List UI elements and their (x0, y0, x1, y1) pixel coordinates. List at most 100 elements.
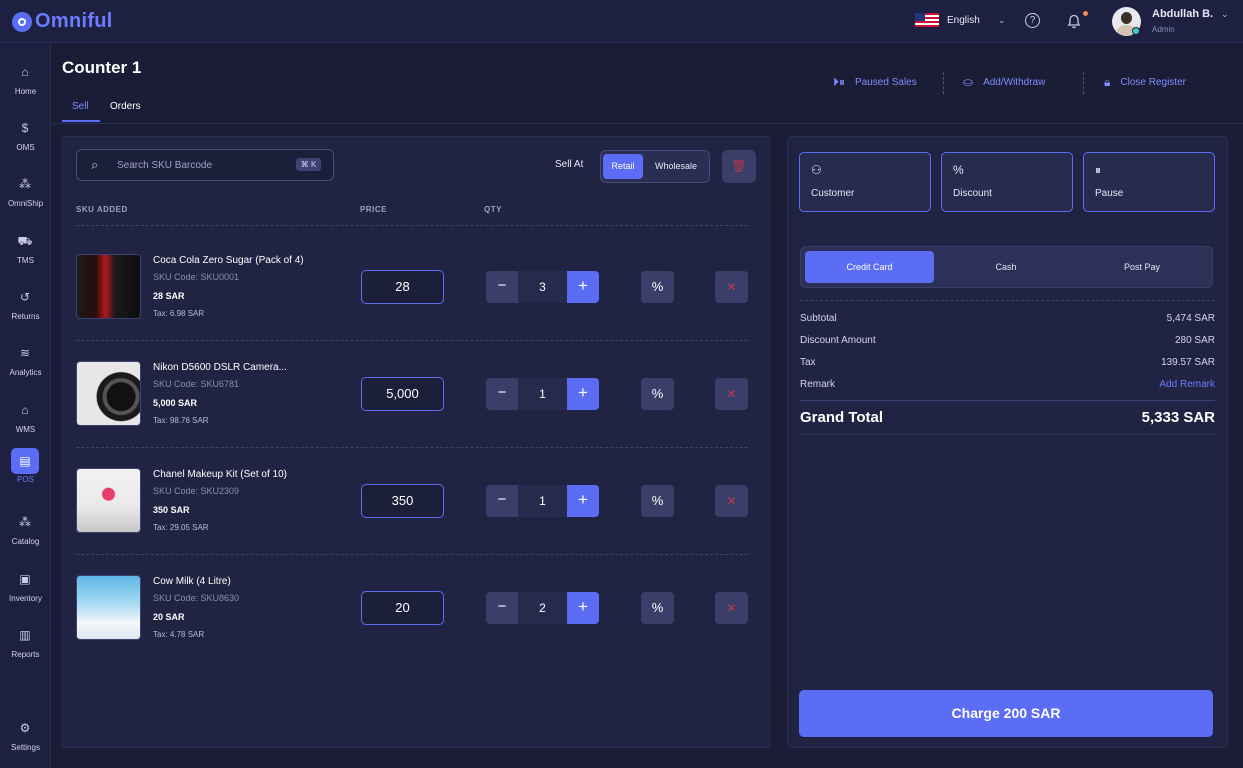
sidebar-item-pos[interactable]: ▤ POS (0, 448, 51, 498)
trash-icon: 🗑︎ (731, 159, 747, 173)
product-sku-code: SKU Code: SKU2309 (153, 486, 240, 496)
sidebar-item-label: Catalog (11, 537, 40, 546)
sidebar-item-catalog[interactable]: ⁂ Catalog (0, 510, 51, 560)
remove-item-button[interactable]: ✕ (715, 378, 748, 410)
item-discount-button[interactable]: % (641, 592, 674, 624)
paused-sales-button[interactable]: ⏵⏸ Paused Sales (833, 75, 917, 90)
qty-value[interactable]: 3 (518, 271, 567, 303)
tax-label: Tax (800, 357, 816, 368)
register-icon: ▤ (11, 448, 39, 474)
charge-button[interactable]: Charge 200 SAR (799, 690, 1213, 737)
add-withdraw-button[interactable]: ⛀ Add/Withdraw (963, 75, 1045, 89)
search-icon: ⌕ (91, 157, 99, 172)
price-input[interactable]: 20 (361, 591, 444, 625)
clear-cart-button[interactable]: 🗑︎ (722, 150, 756, 183)
warehouse-icon: ⌂ (21, 403, 29, 417)
sidebar-item-reports[interactable]: ▥ Reports (0, 623, 51, 673)
tab-credit-card[interactable]: Credit Card (805, 251, 934, 283)
active-tab-indicator (62, 120, 100, 122)
checkout-panel (787, 136, 1228, 748)
qty-decrement-button[interactable]: − (486, 271, 518, 303)
action-label: Add/Withdraw (983, 76, 1046, 88)
sidebar-item-label: Reports (11, 650, 40, 659)
percent-icon: % (651, 279, 664, 294)
item-discount-button[interactable]: % (641, 271, 674, 303)
sidebar-item-label: OMS (16, 143, 35, 152)
action-label: Close Register (1120, 77, 1186, 88)
sidebar-item-home[interactable]: ⌂ Home (0, 60, 51, 110)
cart-panel (62, 136, 770, 748)
item-discount-button[interactable]: % (641, 485, 674, 517)
sidebar-item-analytics[interactable]: ≋ Analytics (0, 341, 51, 391)
bell-icon[interactable] (1065, 12, 1083, 30)
remove-item-button[interactable]: ✕ (715, 271, 748, 303)
return-icon: ↺ (19, 290, 31, 304)
top-bar (0, 0, 1243, 43)
product-price: 5,000 SAR (153, 398, 198, 408)
close-icon: ✕ (726, 494, 737, 508)
sidebar-item-tms[interactable]: ⛟ TMS (0, 229, 51, 279)
tab-sell[interactable]: Sell (72, 101, 89, 112)
qty-decrement-button[interactable]: − (486, 378, 518, 410)
row-separator (76, 447, 748, 448)
qty-increment-button[interactable]: + (567, 378, 599, 410)
box-icon: ▣ (19, 572, 31, 586)
customer-button[interactable]: ⚇ Customer (799, 152, 931, 212)
price-input[interactable]: 5,000 (361, 377, 444, 411)
sidebar-item-label: POS (17, 475, 34, 484)
sidebar-item-label: Home (14, 87, 37, 96)
price-input[interactable]: 350 (361, 484, 444, 518)
sidebar-item-inventory[interactable]: ▣ Inventory (0, 567, 51, 617)
percent-icon: % (651, 493, 664, 508)
qty-value[interactable]: 1 (518, 485, 567, 517)
shapes-icon: ⁂ (19, 515, 31, 529)
action-divider (943, 72, 944, 94)
qty-decrement-button[interactable]: − (486, 592, 518, 624)
sidebar-item-wms[interactable]: ⌂ WMS (0, 398, 51, 448)
sidebar-item-settings[interactable]: ⚙ Settings (0, 716, 51, 766)
user-menu-chevron-icon[interactable]: ⌄ (1221, 9, 1229, 20)
close-icon: ✕ (726, 280, 737, 294)
remove-item-button[interactable]: ✕ (715, 592, 748, 624)
remove-item-button[interactable]: ✕ (715, 485, 748, 517)
pause-button[interactable]: ⏸ Pause (1083, 152, 1215, 212)
logo[interactable]: Omniful (12, 10, 113, 33)
discount-button[interactable]: % Discount (941, 152, 1073, 212)
user-role: Admin (1152, 25, 1175, 34)
user-name: Abdullah B. (1152, 8, 1214, 20)
sidebar-item-oms[interactable]: $ OMS (0, 116, 51, 166)
retail-toggle-option[interactable]: Retail (603, 154, 643, 179)
qty-value[interactable]: 1 (518, 378, 567, 410)
language-selector[interactable]: English ⌄ (915, 13, 1005, 27)
tab-post-pay[interactable]: Post Pay (1076, 251, 1208, 283)
help-icon[interactable]: ? (1025, 13, 1040, 28)
report-icon: ▥ (19, 628, 31, 642)
close-register-button[interactable]: 🔒︎ Close Register (1104, 75, 1186, 90)
close-icon: ✕ (726, 601, 737, 615)
logo-text: Omniful (35, 10, 113, 32)
lock-icon: 🔒︎ (1104, 75, 1111, 89)
product-tax: Tax: 6.98 SAR (153, 309, 205, 318)
qty-increment-button[interactable]: + (567, 485, 599, 517)
sidebar-item-returns[interactable]: ↺ Returns (0, 285, 51, 335)
discount-amount-label: Discount Amount (800, 335, 876, 346)
search-input[interactable] (117, 157, 287, 173)
percent-icon: % (953, 163, 964, 177)
header-separator (76, 225, 748, 226)
column-header-sku: SKU ADDED (76, 205, 128, 214)
qty-increment-button[interactable]: + (567, 592, 599, 624)
tab-orders[interactable]: Orders (110, 101, 141, 112)
header-divider (51, 123, 1243, 124)
add-remark-link[interactable]: Add Remark (1015, 379, 1215, 390)
qty-decrement-button[interactable]: − (486, 485, 518, 517)
chevron-down-icon: ⌄ (997, 14, 1006, 25)
qty-value[interactable]: 2 (518, 592, 567, 624)
product-name: Nikon D5600 DSLR Camera... (153, 362, 287, 373)
sidebar-item-omniship[interactable]: ⁂ OmniShip (0, 172, 51, 222)
item-discount-button[interactable]: % (641, 378, 674, 410)
tab-cash[interactable]: Cash (940, 251, 1072, 283)
price-input[interactable]: 28 (361, 270, 444, 304)
wholesale-toggle-option[interactable]: Wholesale (646, 154, 706, 179)
qty-increment-button[interactable]: + (567, 271, 599, 303)
product-price: 20 SAR (153, 612, 185, 622)
